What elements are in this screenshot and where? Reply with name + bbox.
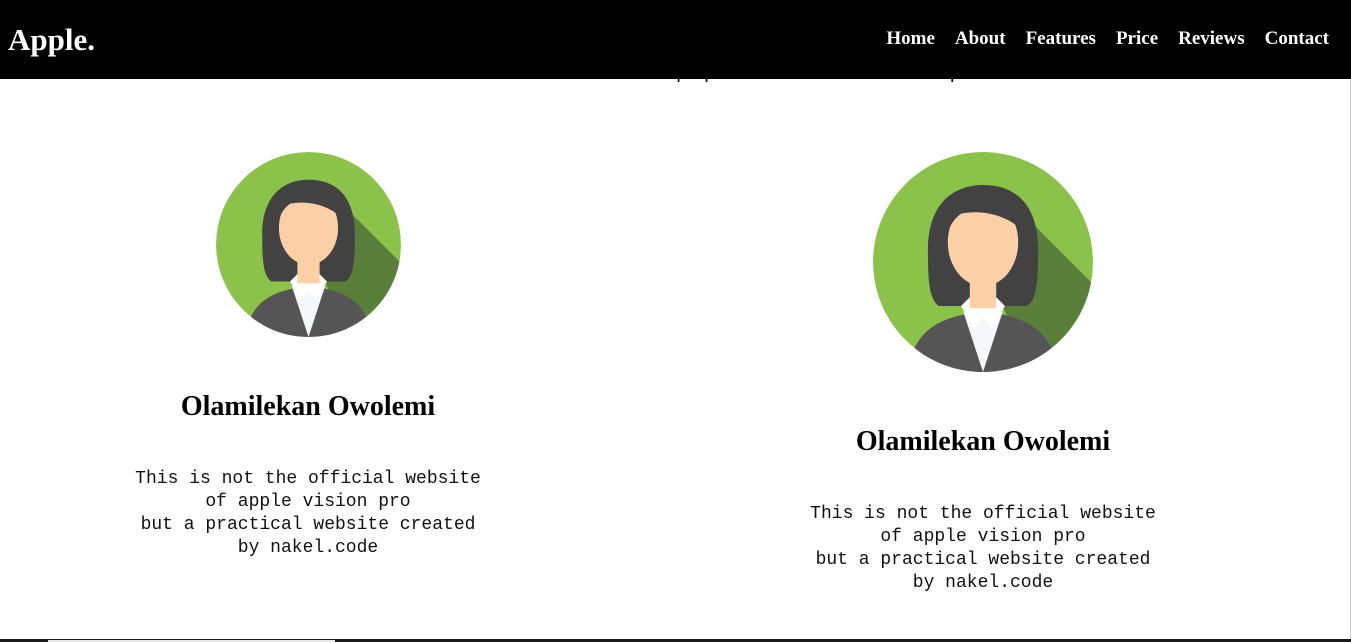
page: ullamco laboris nisi ut aliquip ex ea co…: [0, 0, 1351, 642]
reviewer-name: Olamilekan Owolemi: [855, 426, 1111, 457]
female-avatar-icon: [215, 152, 401, 337]
logo[interactable]: Apple.: [8, 20, 95, 60]
nav-reviews[interactable]: Reviews: [1178, 27, 1244, 51]
review-text: This is not the official website of appl…: [135, 469, 481, 558]
nav-contact[interactable]: Contact: [1265, 27, 1329, 51]
female-avatar-icon: [873, 152, 1093, 372]
review-card: Olamilekan Owolemi This is not the offic…: [98, 152, 518, 560]
main-nav: Home About Features Price Reviews Contac…: [886, 27, 1329, 51]
review-card: Olamilekan Owolemi This is not the offic…: [773, 152, 1193, 595]
site-header: Apple. Home About Features Price Reviews…: [0, 0, 1351, 79]
nav-features[interactable]: Features: [1026, 27, 1096, 51]
nav-price[interactable]: Price: [1116, 27, 1158, 51]
nav-about[interactable]: About: [955, 27, 1006, 51]
review-text: This is not the official website of appl…: [810, 504, 1156, 593]
nav-home[interactable]: Home: [886, 27, 935, 51]
reviewer-name: Olamilekan Owolemi: [180, 391, 436, 422]
